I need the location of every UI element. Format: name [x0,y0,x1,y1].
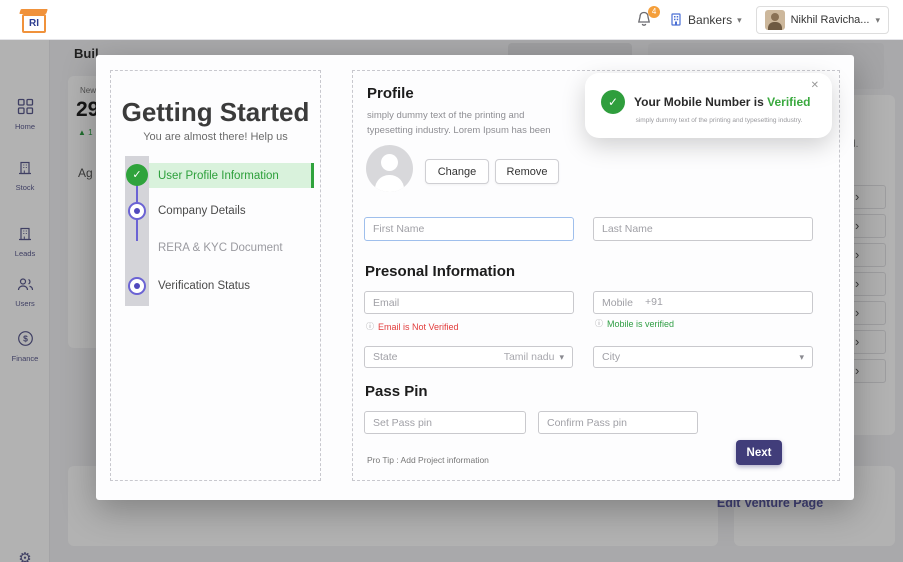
personal-info-heading: Presonal Information [365,263,515,280]
steps-panel: Getting Started You are almost there! He… [110,70,321,481]
change-photo-button[interactable]: Change [425,159,489,184]
city-placeholder: City [602,351,620,363]
email-error-note: ⓘ Email is Not Verified [366,321,459,332]
mobile-verified-text: Mobile is verified [607,319,674,329]
pro-tip-text: Pro Tip : Add Project information [367,455,489,465]
email-input[interactable] [364,291,574,314]
mobile-verified-note: ⓘ Mobile is verified [595,318,674,329]
confirm-passpin-input[interactable] [538,411,698,434]
top-navbar: RI 4 [0,0,903,40]
email-error-text: Email is Not Verified [378,322,459,332]
org-label: Bankers [688,13,732,27]
navbar-right-cluster: 4 Bankers ▾ Nikhil Ravicha... ▾ [635,0,889,40]
profile-description: simply dummy text of the printing and ty… [367,108,562,138]
modal-subtitle: You are almost there! Help us [111,131,320,143]
chevron-down-icon: ▾ [559,352,564,363]
next-button[interactable]: Next [736,440,782,465]
notification-badge: 4 [648,6,660,18]
building-icon [669,12,683,29]
user-name: Nikhil Ravicha... [791,14,870,26]
chevron-down-icon: ▾ [799,352,804,363]
toast-title-highlight: Verified [767,95,810,109]
app-screen: RI 4 [0,0,903,562]
toast-title-prefix: Your Mobile Number is [634,95,764,109]
modal-title: Getting Started [111,97,320,128]
state-selected-value: Tamil nadu [504,351,555,363]
profile-photo-placeholder [366,145,413,192]
info-icon: ⓘ [366,321,374,332]
step-rera-kyc[interactable]: RERA & KYC Document [158,242,283,254]
chevron-down-icon: ▾ [875,15,880,26]
step-verification-status[interactable]: Verification Status [158,280,250,292]
step-user-profile[interactable]: User Profile Information [149,163,314,188]
passpin-heading: Pass Pin [365,383,428,400]
success-check-icon: ✓ [601,90,625,114]
logo-box: RI [22,14,46,33]
city-select[interactable]: City ▾ [593,346,813,368]
profile-heading: Profile [367,85,414,102]
info-icon: ⓘ [595,318,603,329]
toast-title: Your Mobile Number is Verified [634,95,811,109]
close-icon[interactable]: ✕ [811,80,819,91]
toast-subtitle: simply dummy text of the printing and ty… [629,117,809,124]
mobile-input[interactable] [593,291,813,314]
chevron-down-icon: ▾ [737,15,742,26]
step-radio-icon [128,277,146,295]
notifications-button[interactable]: 4 [635,10,655,30]
last-name-input[interactable] [593,217,813,241]
state-select[interactable]: State Tamil nadu ▾ [364,346,573,368]
step-radio-icon [128,202,146,220]
mobile-field: +91 [593,291,813,314]
org-dropdown[interactable]: Bankers ▾ [669,12,742,29]
step-company-details[interactable]: Company Details [158,205,246,217]
set-passpin-input[interactable] [364,411,526,434]
app-logo[interactable]: RI [20,9,48,33]
toast-title-row: ✓ Your Mobile Number is Verified [585,73,832,114]
logo-text: RI [29,18,39,29]
step-done-check-icon: ✓ [126,164,148,186]
remove-photo-button[interactable]: Remove [495,159,559,184]
avatar [765,10,785,30]
first-name-input[interactable] [364,217,574,241]
mobile-verified-toast: ✕ ✓ Your Mobile Number is Verified simpl… [585,73,832,138]
step-label: User Profile Information [158,170,279,182]
state-placeholder: State [373,351,398,363]
bell-icon [635,15,653,32]
active-step-bar [311,163,314,188]
user-menu[interactable]: Nikhil Ravicha... ▾ [756,6,889,34]
